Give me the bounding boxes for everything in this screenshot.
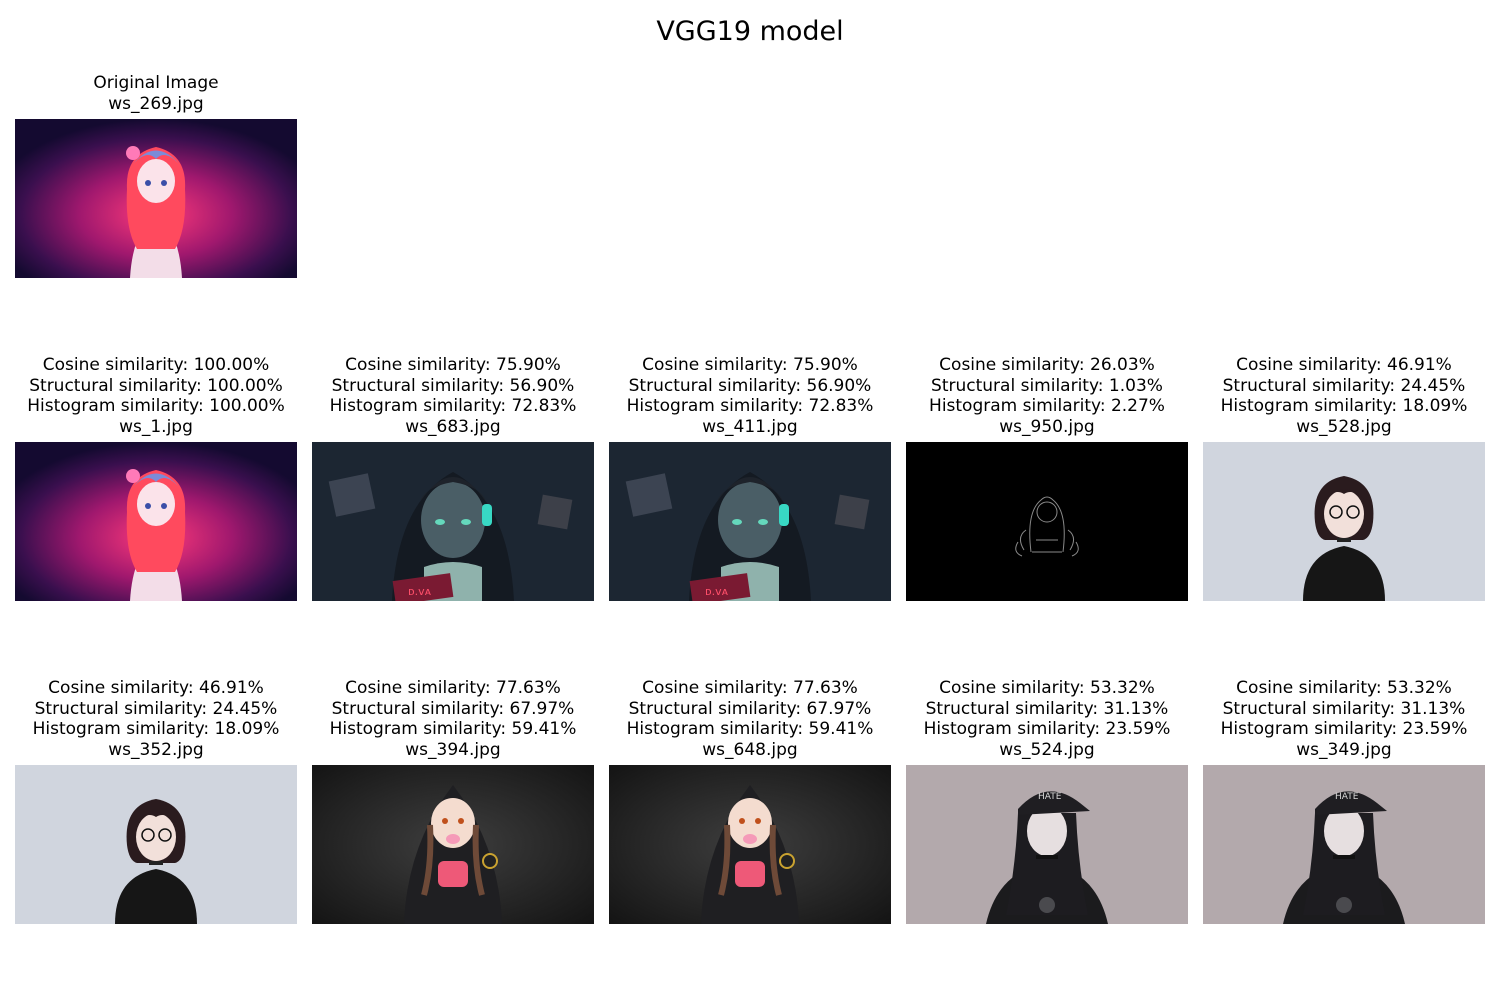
result-panel-5: Cosine similarity: 46.91% Structural simi… <box>15 365 297 924</box>
filename-label: ws_648.jpg <box>702 740 798 761</box>
image-thumbnail <box>15 765 297 924</box>
result-panel-9: Cosine similarity: 53.32% Structural simi… <box>1203 365 1485 924</box>
image-thumbnail: HATE <box>1203 765 1485 924</box>
histogram-similarity-label: Histogram similarity: 59.41% <box>329 719 577 740</box>
histogram-similarity-label: Histogram similarity: 23.59% <box>1220 719 1468 740</box>
structural-similarity-label: Structural similarity: 31.13% <box>925 698 1169 719</box>
cosine-similarity-label: Cosine similarity: 53.32% <box>1236 677 1452 698</box>
cosine-similarity-label: Cosine similarity: 77.63% <box>345 677 561 698</box>
filename-label: ws_352.jpg <box>108 740 204 761</box>
filename-label: ws_524.jpg <box>999 740 1095 761</box>
image-thumbnail: HATE <box>906 765 1188 924</box>
cosine-similarity-label: Cosine similarity: 53.32% <box>939 677 1155 698</box>
panel-caption: Cosine similarity: 46.91% Structural simi… <box>0 678 317 761</box>
image-thumbnail <box>609 765 891 924</box>
svg-text:HATE: HATE <box>1038 792 1062 802</box>
result-panel-7: Cosine similarity: 77.63% Structural simi… <box>609 365 891 924</box>
histogram-similarity-label: Histogram similarity: 23.59% <box>923 719 1171 740</box>
filename-label: ws_349.jpg <box>1296 740 1392 761</box>
image-thumbnail <box>312 765 594 924</box>
panel-caption: Cosine similarity: 77.63% Structural simi… <box>589 678 911 761</box>
result-panel-8: Cosine similarity: 53.32% Structural simi… <box>906 365 1188 924</box>
structural-similarity-label: Structural similarity: 24.45% <box>34 698 278 719</box>
svg-text:HATE: HATE <box>1335 792 1359 802</box>
panel-caption: Cosine similarity: 53.32% Structural simi… <box>886 678 1208 761</box>
panel-caption: Cosine similarity: 77.63% Structural simi… <box>292 678 614 761</box>
histogram-similarity-label: Histogram similarity: 18.09% <box>32 719 280 740</box>
structural-similarity-label: Structural similarity: 67.97% <box>628 698 872 719</box>
structural-similarity-label: Structural similarity: 67.97% <box>331 698 575 719</box>
cosine-similarity-label: Cosine similarity: 77.63% <box>642 677 858 698</box>
panel-caption: Cosine similarity: 53.32% Structural simi… <box>1183 678 1500 761</box>
cosine-similarity-label: Cosine similarity: 46.91% <box>48 677 264 698</box>
histogram-similarity-label: Histogram similarity: 59.41% <box>626 719 874 740</box>
structural-similarity-label: Structural similarity: 31.13% <box>1222 698 1466 719</box>
result-panel-6: Cosine similarity: 77.63% Structural simi… <box>312 365 594 924</box>
filename-label: ws_394.jpg <box>405 740 501 761</box>
